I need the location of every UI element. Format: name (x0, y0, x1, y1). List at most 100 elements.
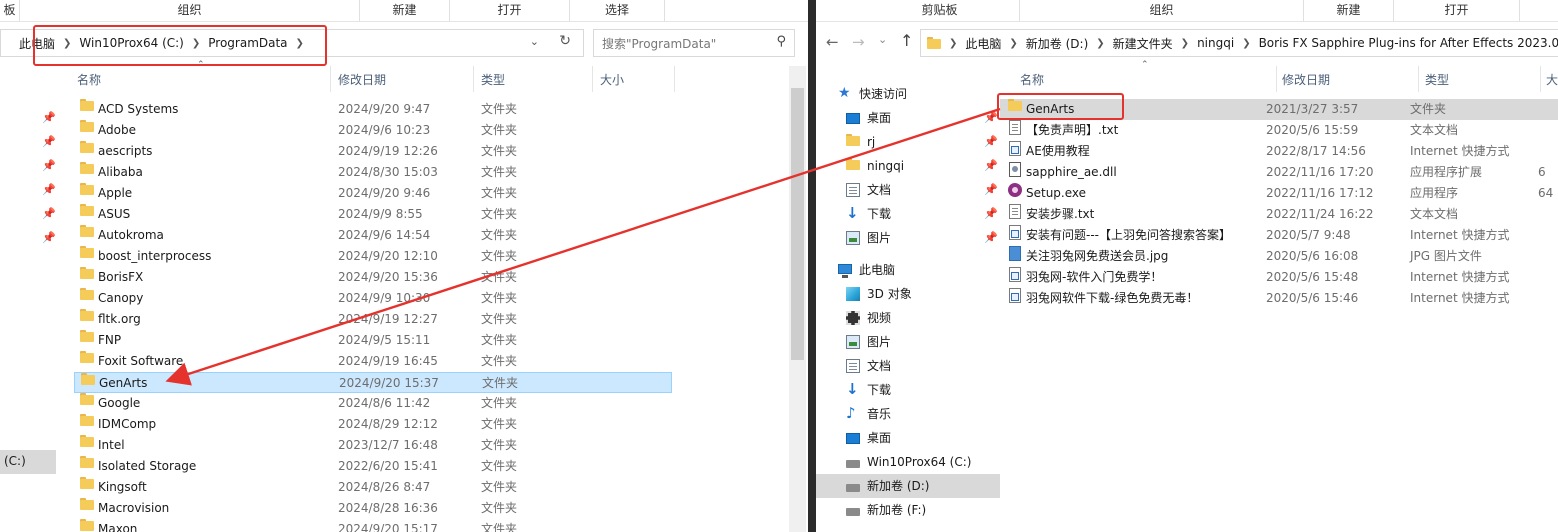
nav-item[interactable]: ♪ 音乐 (816, 402, 1000, 426)
chevron-right-icon[interactable]: ❯ (1177, 38, 1193, 49)
file-row[interactable]: ACD Systems 2024/9/20 9:47 文件夹 (74, 99, 672, 120)
file-row[interactable]: sapphire_ae.dll 2022/11/16 17:20 应用程序扩展 6 (1000, 162, 1558, 183)
address-bar[interactable]: ❯ 此电脑 ❯ 新加卷 (D:) ❯ 新建文件夹 ❯ ningqi ❯ Bori… (920, 29, 1558, 57)
file-row[interactable]: 安装有问题---【上羽免问答搜索答案】 2020/5/7 9:48 Internet… (1000, 225, 1558, 246)
file-row[interactable]: Setup.exe 2022/11/16 17:12 应用程序 64 (1000, 183, 1558, 204)
file-row[interactable]: 羽兔网-软件入门免费学！ 2020/5/6 15:48 Internet 快捷方式 (1000, 267, 1558, 288)
breadcrumb-sapphire[interactable]: Boris FX Sapphire Plug-ins for After Eff… (1255, 36, 1558, 50)
column-divider[interactable] (330, 66, 331, 92)
column-divider[interactable] (473, 66, 474, 92)
pin-icon[interactable]: 📌 (42, 159, 56, 172)
file-row[interactable]: Isolated Storage 2022/6/20 15:41 文件夹 (74, 456, 672, 477)
chevron-right-icon[interactable]: ❯ (1092, 38, 1108, 49)
file-row[interactable]: BorisFX 2024/9/20 15:36 文件夹 (74, 267, 672, 288)
pin-icon[interactable]: 📌 (42, 111, 56, 124)
column-type[interactable]: 类型 (1425, 71, 1449, 88)
chevron-right-icon[interactable]: ❯ (1238, 38, 1254, 49)
pin-icon[interactable]: 📌 (984, 106, 998, 130)
pin-icon[interactable]: 📌 (42, 207, 56, 220)
file-row[interactable]: Google 2024/8/6 11:42 文件夹 (74, 393, 672, 414)
ribbon-group-clipboard[interactable]: 板 (0, 0, 20, 21)
pin-icon[interactable]: 📌 (984, 226, 998, 250)
forward-arrow-icon[interactable]: → (852, 33, 865, 51)
nav-item-drive-c[interactable]: (C:) (0, 450, 56, 474)
column-name[interactable]: 名称 (1020, 71, 1044, 88)
nav-item[interactable]: 3D 对象 (816, 282, 1000, 306)
nav-item[interactable]: Win10Prox64 (C:) (816, 450, 1000, 474)
column-divider[interactable] (674, 66, 675, 92)
file-row[interactable]: Maxon 2024/9/20 15:17 文件夹 (74, 519, 672, 532)
file-row[interactable]: FNP 2024/9/5 15:11 文件夹 (74, 330, 672, 351)
file-row[interactable]: Canopy 2024/9/9 10:30 文件夹 (74, 288, 672, 309)
pin-icon[interactable]: 📌 (984, 154, 998, 178)
column-name[interactable]: 名称 (77, 71, 101, 88)
back-arrow-icon[interactable]: ← (826, 33, 839, 51)
nav-item[interactable]: 新加卷 (D:) (816, 474, 1000, 498)
pin-icon[interactable]: 📌 (42, 183, 56, 196)
nav-item[interactable]: 文档 📌 (816, 178, 1000, 202)
file-row[interactable]: IDMComp 2024/8/29 12:12 文件夹 (74, 414, 672, 435)
ribbon-group-organize[interactable]: 组织 (1020, 0, 1304, 21)
pin-icon[interactable]: 📌 (984, 178, 998, 202)
file-row[interactable]: Foxit Software 2024/9/19 16:45 文件夹 (74, 351, 672, 372)
column-divider[interactable] (1540, 66, 1541, 92)
breadcrumb-drive-d[interactable]: 新加卷 (D:) (1022, 35, 1092, 52)
file-row[interactable]: ASUS 2024/9/9 8:55 文件夹 (74, 204, 672, 225)
ribbon-group-select[interactable]: 选择 (570, 0, 665, 21)
pin-icon[interactable]: 📌 (42, 135, 56, 148)
column-date[interactable]: 修改日期 (338, 71, 386, 88)
nav-item[interactable]: 桌面 📌 (816, 106, 1000, 130)
nav-item[interactable]: 文档 (816, 354, 1000, 378)
ribbon-group-organize[interactable]: 组织 (20, 0, 360, 21)
breadcrumb-this-pc[interactable]: 此电脑 (961, 35, 1005, 52)
history-dropdown-icon[interactable]: ⌄ (530, 35, 539, 48)
column-divider[interactable] (592, 66, 593, 92)
vertical-scrollbar[interactable] (789, 66, 806, 532)
column-date[interactable]: 修改日期 (1282, 71, 1330, 88)
file-row[interactable]: aescripts 2024/9/19 12:26 文件夹 (74, 141, 672, 162)
nav-item[interactable]: 桌面 (816, 426, 1000, 450)
chevron-right-icon[interactable]: ❯ (945, 38, 961, 49)
file-row[interactable]: Adobe 2024/9/6 10:23 文件夹 (74, 120, 672, 141)
nav-item[interactable]: 视频 (816, 306, 1000, 330)
file-row[interactable]: Apple 2024/9/20 9:46 文件夹 (74, 183, 672, 204)
search-box[interactable]: 搜索"ProgramData" ⚲ (593, 29, 795, 57)
file-row[interactable]: Alibaba 2024/8/30 15:03 文件夹 (74, 162, 672, 183)
nav-item[interactable]: ↓ 下载 (816, 378, 1000, 402)
file-row[interactable]: AE使用教程 2022/8/17 14:56 Internet 快捷方式 (1000, 141, 1558, 162)
ribbon-group-new[interactable]: 新建 (1304, 0, 1394, 21)
ribbon-group-clipboard[interactable]: 剪贴板 (860, 0, 1020, 21)
chevron-right-icon[interactable]: ❯ (1005, 38, 1021, 49)
file-row[interactable]: 安装步骤.txt 2022/11/24 16:22 文本文档 (1000, 204, 1558, 225)
search-icon[interactable]: ⚲ (776, 34, 786, 49)
up-arrow-icon[interactable]: ↑ (900, 31, 913, 50)
nav-item[interactable]: 图片 (816, 330, 1000, 354)
column-type[interactable]: 类型 (481, 71, 505, 88)
nav-item[interactable]: 此电脑 (816, 258, 1000, 282)
pin-icon[interactable]: 📌 (984, 202, 998, 226)
file-row[interactable]: fltk.org 2024/9/19 12:27 文件夹 (74, 309, 672, 330)
ribbon-group-new[interactable]: 新建 (360, 0, 450, 21)
file-row[interactable]: GenArts 2024/9/20 15:37 文件夹 (74, 372, 672, 393)
column-divider[interactable] (1418, 66, 1419, 92)
nav-item[interactable]: rj 📌 (816, 130, 1000, 154)
file-row[interactable]: 【免责声明】.txt 2020/5/6 15:59 文本文档 (1000, 120, 1558, 141)
file-row[interactable]: Macrovision 2024/8/28 16:36 文件夹 (74, 498, 672, 519)
file-row[interactable]: Autokroma 2024/9/6 14:54 文件夹 (74, 225, 672, 246)
pin-icon[interactable]: 📌 (42, 231, 56, 244)
search-input[interactable]: 搜索"ProgramData" (594, 35, 716, 52)
file-row[interactable]: Kingsoft 2024/8/26 8:47 文件夹 (74, 477, 672, 498)
breadcrumb-ningqi[interactable]: ningqi (1193, 36, 1238, 50)
nav-item[interactable]: ningqi 📌 (816, 154, 1000, 178)
pin-icon[interactable]: 📌 (984, 130, 998, 154)
column-size[interactable]: 大小 (600, 71, 624, 88)
ribbon-group-open[interactable]: 打开 (1394, 0, 1520, 21)
file-row[interactable]: 关注羽兔网免费送会员.jpg 2020/5/6 16:08 JPG 图片文件 (1000, 246, 1558, 267)
recent-dropdown-icon[interactable]: ⌄ (878, 33, 887, 46)
file-row[interactable]: boost_interprocess 2024/9/20 12:10 文件夹 (74, 246, 672, 267)
nav-item[interactable]: ↓ 下载 📌 (816, 202, 1000, 226)
scrollbar-thumb[interactable] (791, 88, 804, 360)
file-row[interactable]: Intel 2023/12/7 16:48 文件夹 (74, 435, 672, 456)
file-row[interactable]: 羽兔网软件下载-绿色免费无毒！ 2020/5/6 15:46 Internet 快捷… (1000, 288, 1558, 309)
refresh-icon[interactable]: ↻ (559, 33, 571, 49)
